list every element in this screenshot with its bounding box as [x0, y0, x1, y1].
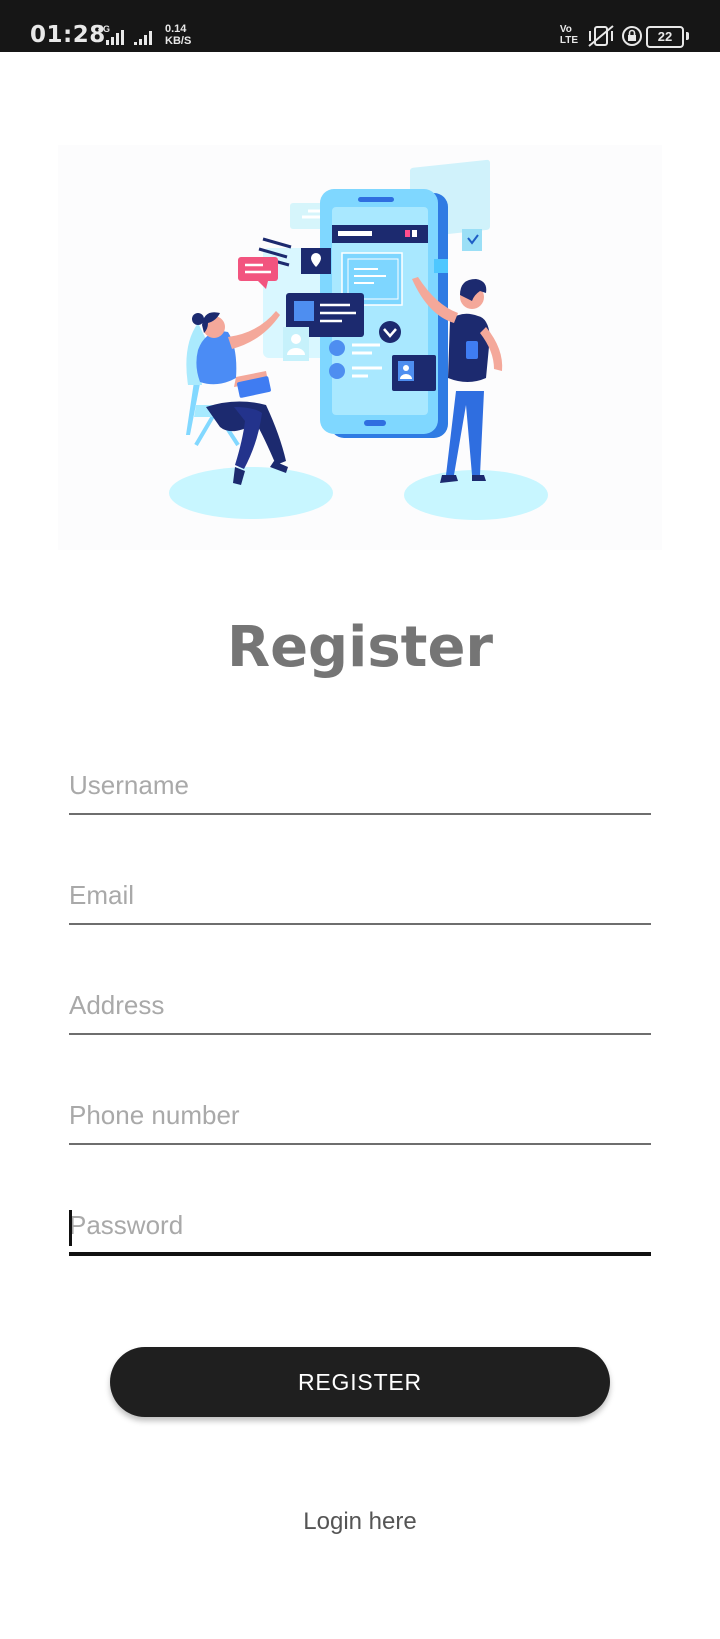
password-input[interactable]: [69, 1200, 651, 1250]
status-time: 01:28: [30, 22, 106, 48]
text-cursor: [69, 1210, 72, 1246]
speed-value: 0.14: [165, 23, 187, 35]
phone-input[interactable]: [69, 1090, 651, 1140]
register-button[interactable]: REGISTER: [110, 1347, 610, 1417]
phone-underline: [69, 1143, 651, 1145]
address-underline: [69, 1033, 651, 1035]
volte-bottom: LTE: [559, 35, 578, 46]
signal-icon: [106, 30, 152, 45]
phone-field[interactable]: [69, 1090, 651, 1150]
network-speed: 0.14 KB/S: [165, 23, 191, 47]
email-underline: [69, 923, 651, 925]
battery-indicator: 22: [646, 26, 684, 48]
volte-top: Vo: [559, 24, 572, 35]
battery-tip: [686, 32, 689, 40]
rotation-lock-icon: [622, 26, 642, 46]
email-input[interactable]: [69, 870, 651, 920]
password-underline: [69, 1252, 651, 1256]
status-bar: 01:28 4G 0.14 KB/S Vo LTE 22: [0, 0, 720, 52]
illustration-panel: [58, 145, 662, 550]
username-input[interactable]: [69, 760, 651, 810]
vibrate-off-icon: [588, 25, 614, 47]
username-underline: [69, 813, 651, 815]
volte-indicator: Vo LTE: [560, 24, 578, 46]
username-field[interactable]: [69, 760, 651, 820]
mobile-app-illustration: [169, 159, 548, 520]
login-link[interactable]: Login here: [0, 1508, 720, 1536]
page-title: Register: [226, 615, 494, 680]
address-input[interactable]: [69, 980, 651, 1030]
speed-unit: KB/S: [165, 35, 192, 47]
password-field[interactable]: [69, 1200, 651, 1260]
address-field[interactable]: [69, 980, 651, 1040]
email-field[interactable]: [69, 870, 651, 930]
